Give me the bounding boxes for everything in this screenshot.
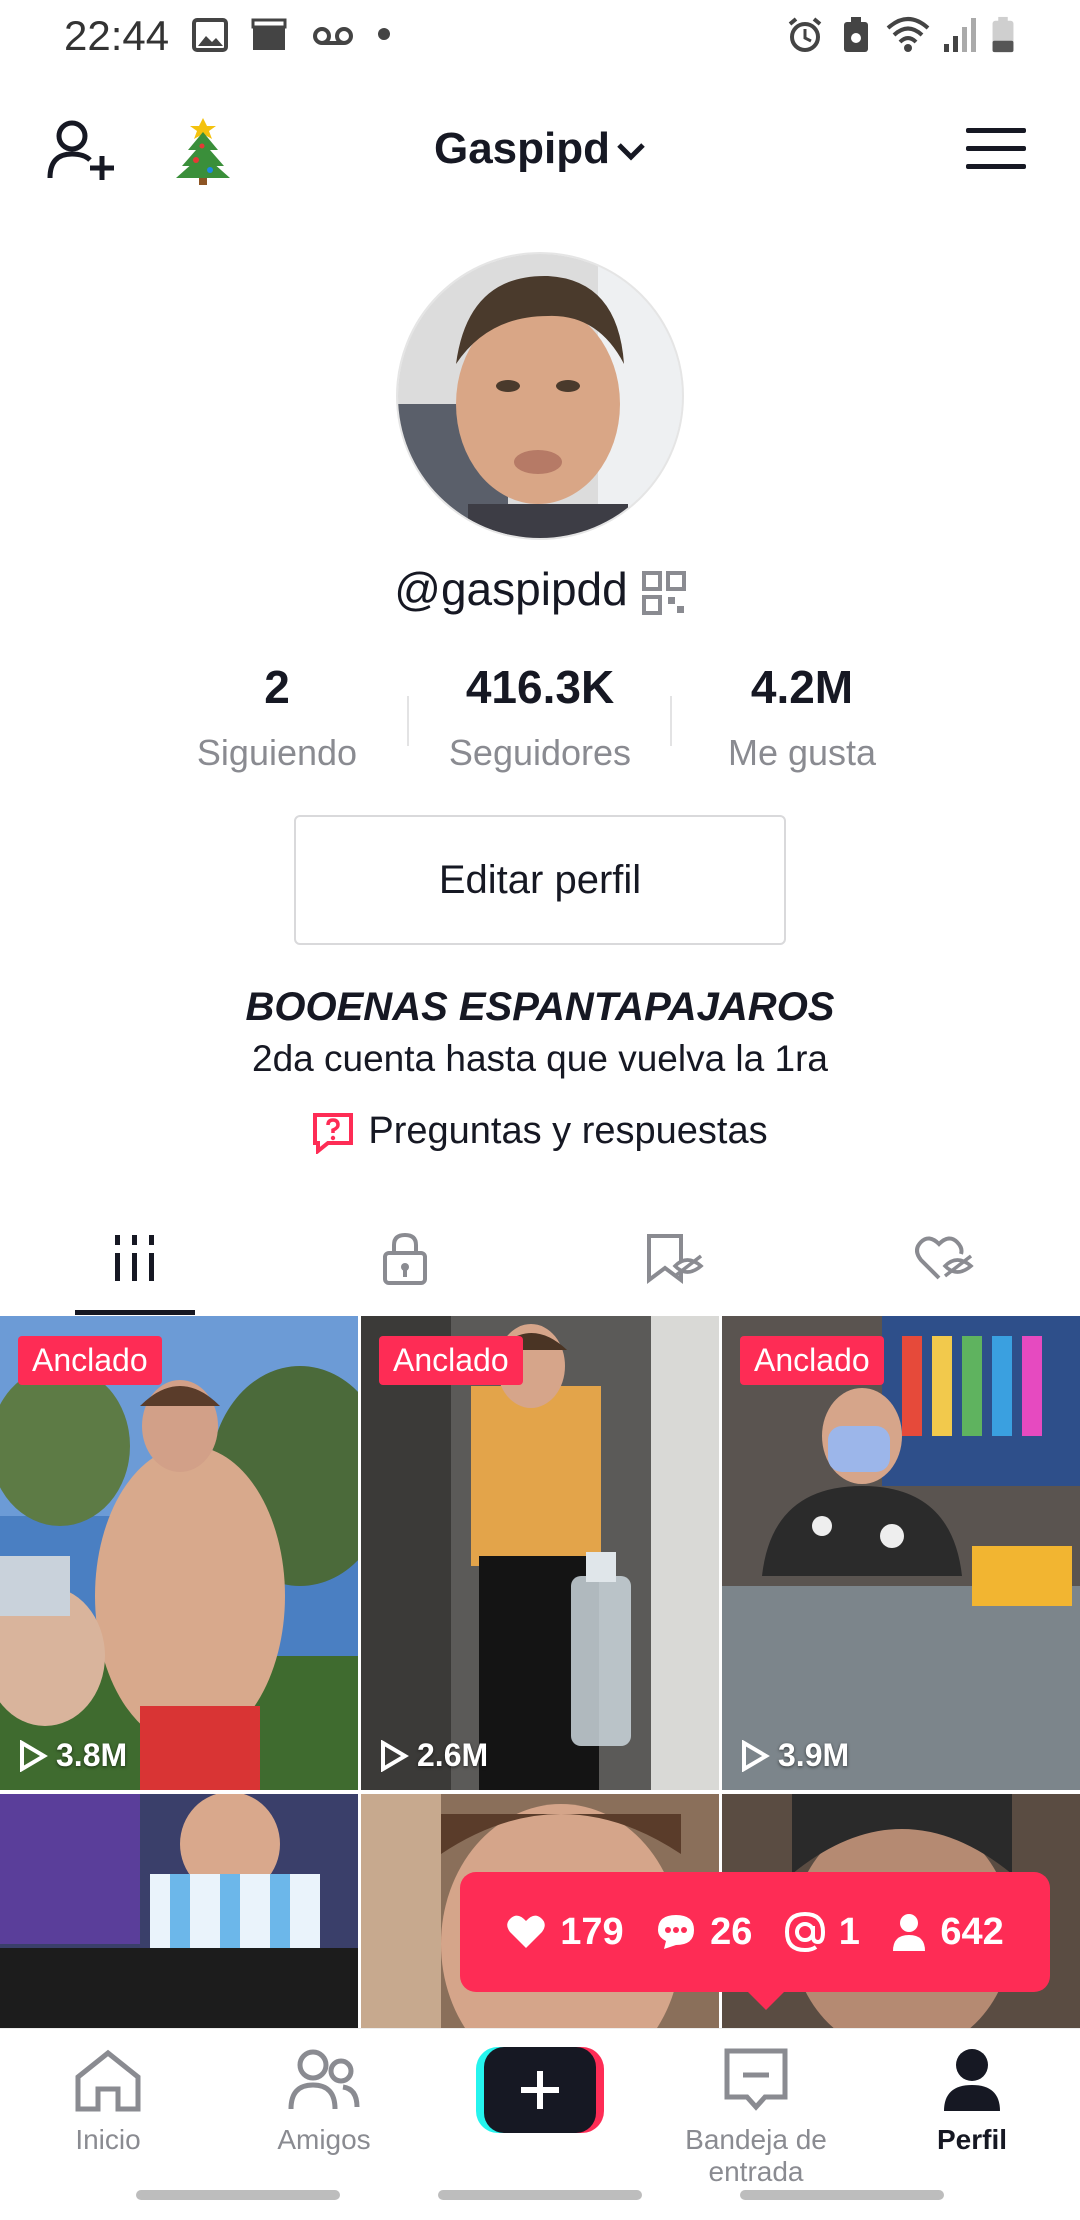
- stat-likes[interactable]: 4.2M Me gusta: [672, 660, 932, 774]
- mention-icon: [784, 1912, 825, 1952]
- voicemail-icon: [313, 27, 353, 45]
- notif-likes: 179: [506, 1910, 624, 1954]
- liked-hidden-icon: [915, 1236, 974, 1280]
- bottom-navigation: Inicio Amigos Bandeja de entrada Perfil: [0, 2028, 1080, 2187]
- stat-following[interactable]: 2 Siguiendo: [147, 660, 407, 774]
- saved-hidden-icon: [647, 1234, 704, 1284]
- nav-profile-label: Perfil: [936, 2124, 1008, 2155]
- view-count-value: 3.8M: [56, 1737, 128, 1773]
- stat-divider: [407, 696, 409, 746]
- lock-icon: [383, 1232, 427, 1285]
- profile-header: Gaspipd: [0, 100, 1080, 200]
- profile-stats: 2 Siguiendo 416.3K Seguidores 4.2M Me gu…: [0, 660, 1080, 780]
- activity-notification[interactable]: 179 26 1 642: [460, 1872, 1050, 2010]
- video-thumbnail: [0, 1316, 358, 1790]
- stat-value: 4.2M: [750, 661, 854, 713]
- battery-saver-icon: [844, 17, 868, 52]
- battery-icon: [992, 16, 1014, 53]
- account-name: Gaspipd: [433, 124, 611, 173]
- notif-likes-count: 179: [560, 1910, 624, 1953]
- bio-text: 2da cuenta hasta que vuelva la 1ra: [252, 1038, 828, 1079]
- inbox-icon: [724, 2048, 788, 2111]
- video-tile[interactable]: [0, 1794, 358, 2028]
- status-bar: 22:44: [0, 0, 1080, 70]
- alarm-icon: [788, 17, 822, 52]
- gesture-bar: [136, 2190, 340, 2200]
- video-thumbnail: [722, 1316, 1080, 1790]
- play-icon: [742, 1739, 770, 1772]
- tab-private[interactable]: [270, 1200, 540, 1316]
- nav-friends-label: Amigos: [277, 2124, 371, 2155]
- pinned-badge: Anclado: [379, 1336, 523, 1385]
- gesture-bar: [740, 2190, 944, 2200]
- active-tab-indicator: [75, 1310, 195, 1315]
- pinned-badge: Anclado: [18, 1336, 162, 1385]
- nav-home-label: Inicio: [75, 2124, 141, 2155]
- edit-profile-button[interactable]: Editar perfil: [294, 815, 786, 945]
- friends-icon: [288, 2049, 360, 2110]
- qa-label: Preguntas y respuestas: [368, 1110, 768, 1152]
- qa-link[interactable]: Preguntas y respuestas: [0, 1110, 1080, 1154]
- avatar-image: [398, 254, 682, 538]
- profile-tabs: [0, 1200, 1080, 1316]
- nav-home[interactable]: Inicio: [0, 2047, 216, 2156]
- stat-label: Seguidores: [448, 732, 632, 773]
- view-count-value: 3.9M: [778, 1737, 850, 1773]
- notif-followers: 642: [892, 1910, 1004, 1954]
- plus-icon: [476, 2047, 604, 2133]
- notif-mentions-count: 1: [838, 1910, 860, 1953]
- nav-profile[interactable]: Perfil: [864, 2047, 1080, 2156]
- tab-saved[interactable]: [540, 1200, 810, 1316]
- gallery-icon: [192, 18, 228, 52]
- tab-liked[interactable]: [810, 1200, 1080, 1316]
- status-time: 22:44: [64, 12, 170, 59]
- video-thumbnail: [0, 1794, 358, 2028]
- tab-videos[interactable]: [0, 1200, 270, 1316]
- profile-handle: @gaspipdd: [394, 563, 628, 615]
- signal-icon: [944, 18, 976, 52]
- stat-value: 416.3K: [465, 661, 615, 713]
- videos-grid-icon: [115, 1235, 154, 1281]
- bio-title: BOOENAS ESPANTAPAJAROS: [245, 985, 835, 1029]
- nav-inbox[interactable]: Bandeja de entrada: [648, 2047, 864, 2188]
- handle-row: @gaspipdd: [0, 562, 1080, 616]
- video-tile[interactable]: Anclado 3.9M: [722, 1316, 1080, 1790]
- account-switcher[interactable]: Gaspipd: [0, 124, 1080, 174]
- pinned-badge: Anclado: [740, 1336, 884, 1385]
- notif-comments-count: 26: [710, 1910, 753, 1953]
- person-icon: [893, 1914, 926, 1951]
- view-count: 3.9M: [740, 1737, 849, 1774]
- stat-label: Me gusta: [727, 732, 877, 773]
- avatar[interactable]: [396, 252, 684, 540]
- menu-icon[interactable]: [966, 126, 1026, 172]
- question-bubble-icon: [313, 1112, 354, 1154]
- notif-mentions: 1: [784, 1910, 860, 1954]
- qr-code-icon[interactable]: [641, 570, 686, 615]
- play-icon: [381, 1739, 409, 1772]
- notification-dot-icon: [378, 28, 390, 40]
- stat-label: Siguiendo: [196, 732, 358, 773]
- view-count: 3.8M: [18, 1737, 127, 1774]
- wifi-icon: [886, 17, 930, 52]
- heart-icon: [507, 1915, 545, 1948]
- video-tile[interactable]: Anclado 3.8M: [0, 1316, 358, 1790]
- play-icon: [20, 1739, 48, 1772]
- clapper-icon: [251, 18, 287, 50]
- nav-friends[interactable]: Amigos: [216, 2047, 432, 2156]
- video-tile[interactable]: Anclado 2.6M: [361, 1316, 719, 1790]
- notif-followers-count: 642: [940, 1910, 1004, 1953]
- stat-followers[interactable]: 416.3K Seguidores: [410, 660, 670, 774]
- chevron-down-icon: [617, 143, 645, 161]
- comment-icon: [658, 1915, 695, 1949]
- create-button[interactable]: [476, 2047, 604, 2133]
- view-count-value: 2.6M: [417, 1737, 489, 1773]
- video-thumbnail: [361, 1316, 719, 1790]
- profile-icon: [944, 2049, 1000, 2111]
- notif-comments: 26: [656, 1911, 752, 1954]
- view-count: 2.6M: [379, 1737, 488, 1774]
- stat-value: 2: [264, 661, 290, 713]
- home-icon: [75, 2049, 141, 2112]
- nav-inbox-label: Bandeja de entrada: [685, 2124, 827, 2187]
- gesture-bar: [438, 2190, 642, 2200]
